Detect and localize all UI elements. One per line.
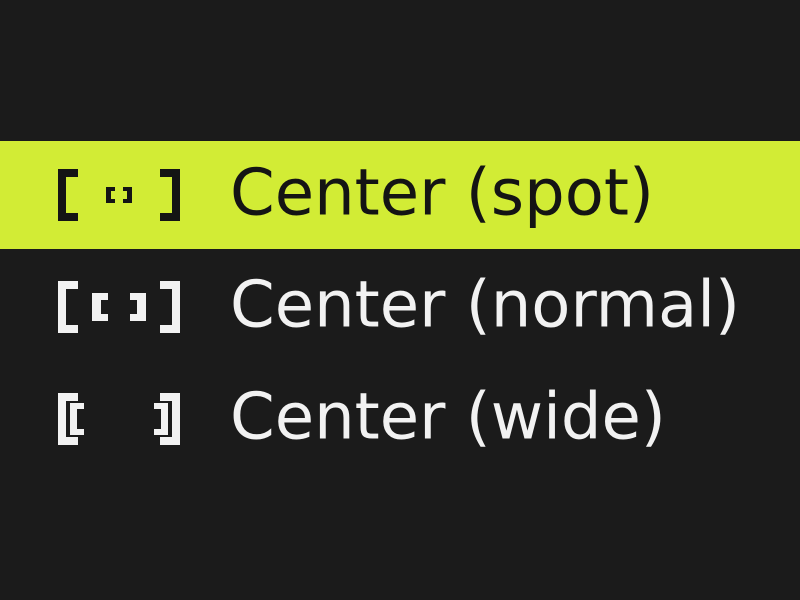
- menu-item-center-spot[interactable]: Center (spot): [0, 141, 800, 249]
- menu-item-center-wide[interactable]: Center (wide): [0, 365, 800, 473]
- menu-item-label: Center (normal): [230, 268, 740, 343]
- menu-item-label: Center (wide): [230, 380, 666, 455]
- menu-item-center-normal[interactable]: Center (normal): [0, 253, 800, 361]
- af-center-wide-icon: [54, 389, 184, 449]
- af-center-spot-icon: [54, 165, 184, 225]
- af-center-normal-icon: [54, 277, 184, 337]
- af-area-menu: Center (spot) Center (normal) Center (wi…: [0, 141, 800, 473]
- menu-item-label: Center (spot): [230, 156, 654, 231]
